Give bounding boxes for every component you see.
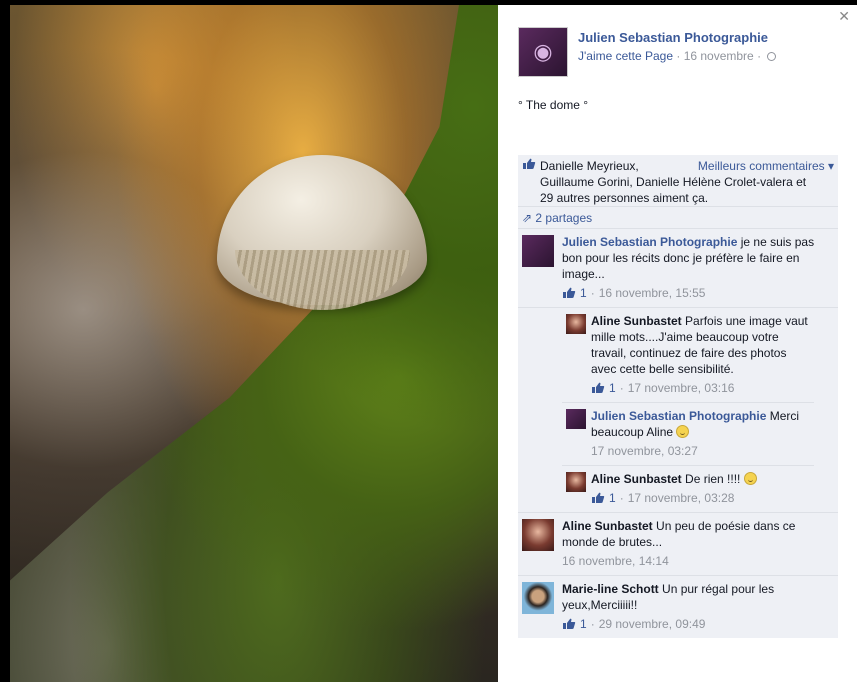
reply-author[interactable]: Aline Sunbastet bbox=[591, 314, 682, 328]
reply-avatar[interactable] bbox=[566, 409, 586, 429]
reply-meta: 1 · 17 novembre, 03:28 bbox=[591, 490, 814, 506]
reply-text: De rien !!!! bbox=[685, 472, 741, 486]
smiley-icon bbox=[743, 472, 757, 485]
thumbs-up-icon bbox=[523, 158, 536, 169]
comment-item: Aline Sunbastet Un peu de poésie dans ce… bbox=[518, 513, 838, 576]
commenter-avatar[interactable] bbox=[522, 582, 554, 614]
comment-like-count[interactable]: 1 bbox=[580, 285, 587, 301]
page-name-link[interactable]: Julien Sebastian Photographie bbox=[578, 30, 776, 45]
best-comments-dropdown[interactable]: Meilleurs commentaires ▾ bbox=[698, 158, 834, 174]
photo-side-panel: ◉ Julien Sebastian Photographie J'aime c… bbox=[498, 5, 857, 682]
page-avatar[interactable]: ◉ bbox=[518, 27, 568, 77]
comment-time[interactable]: 16 novembre, 15:55 bbox=[599, 285, 706, 301]
thumbs-up-icon[interactable] bbox=[562, 618, 576, 630]
likers-first[interactable]: Danielle Meyrieux, bbox=[540, 158, 639, 174]
feedback-box: Danielle Meyrieux, Meilleurs commentaire… bbox=[518, 155, 838, 638]
comment-item: Marie-line Schott Un pur régal pour les … bbox=[518, 576, 838, 638]
reply-item: Aline Sunbastet De rien !!!! 1 · 17 nove… bbox=[562, 466, 814, 512]
post-photo[interactable] bbox=[10, 5, 498, 682]
reply-like-count[interactable]: 1 bbox=[609, 490, 616, 506]
reply-meta: 17 novembre, 03:27 bbox=[591, 443, 814, 459]
post-caption: ° The dome ° bbox=[518, 98, 589, 112]
reply-avatar[interactable] bbox=[566, 472, 586, 492]
reply-author[interactable]: Julien Sebastian Photographie bbox=[591, 409, 766, 423]
likes-summary: Danielle Meyrieux, Meilleurs commentaire… bbox=[518, 155, 838, 207]
comment-meta: 16 novembre, 14:14 bbox=[562, 553, 833, 569]
comment-author[interactable]: Marie-line Schott bbox=[562, 582, 659, 596]
globe-icon bbox=[767, 52, 777, 61]
smiley-icon bbox=[676, 425, 690, 438]
comment-author[interactable]: Aline Sunbastet bbox=[562, 519, 653, 533]
share-arrow-icon: ⇗ bbox=[522, 211, 533, 225]
commenter-avatar[interactable] bbox=[522, 235, 554, 267]
thumbs-up-icon[interactable] bbox=[562, 287, 576, 299]
post-meta: J'aime cette Page · 16 novembre · bbox=[578, 49, 777, 63]
comment-meta: 1 · 29 novembre, 09:49 bbox=[562, 616, 833, 632]
reply-item: Julien Sebastian Photographie Merci beau… bbox=[562, 403, 814, 466]
reply-author[interactable]: Aline Sunbastet bbox=[591, 472, 682, 486]
thumbs-up-icon[interactable] bbox=[591, 382, 605, 394]
reply-meta: 1 · 17 novembre, 03:16 bbox=[591, 380, 814, 396]
reply-time[interactable]: 17 novembre, 03:27 bbox=[591, 443, 698, 459]
likers-rest[interactable]: Guillaume Gorini, Danielle Hélène Crolet… bbox=[540, 174, 815, 206]
like-page-link[interactable]: J'aime cette Page bbox=[578, 49, 673, 63]
comment-item: Julien Sebastian Photographie je ne suis… bbox=[518, 229, 838, 308]
comment-like-count[interactable]: 1 bbox=[580, 616, 587, 632]
reply-avatar[interactable] bbox=[566, 314, 586, 334]
comment-time[interactable]: 16 novembre, 14:14 bbox=[562, 553, 669, 569]
reply-time[interactable]: 17 novembre, 03:28 bbox=[628, 490, 735, 506]
replies-list: Aline Sunbastet Parfois une image vaut m… bbox=[518, 308, 838, 512]
reply-item: Aline Sunbastet Parfois une image vaut m… bbox=[562, 308, 814, 403]
comment-time[interactable]: 29 novembre, 09:49 bbox=[599, 616, 706, 632]
chevron-down-icon: ▾ bbox=[827, 159, 834, 173]
reply-time[interactable]: 17 novembre, 03:16 bbox=[628, 380, 735, 396]
shares-count[interactable]: 2 partages bbox=[535, 211, 592, 225]
reply-like-count[interactable]: 1 bbox=[609, 380, 616, 396]
shares-row[interactable]: ⇗ 2 partages bbox=[518, 207, 838, 229]
commenter-avatar[interactable] bbox=[522, 519, 554, 551]
comment-meta: 1 · 16 novembre, 15:55 bbox=[562, 285, 833, 301]
post-date[interactable]: 16 novembre bbox=[684, 49, 754, 63]
comment-author[interactable]: Julien Sebastian Photographie bbox=[562, 235, 737, 249]
thumbs-up-icon[interactable] bbox=[591, 492, 605, 504]
moss-texture bbox=[10, 5, 498, 682]
close-icon[interactable]: ✕ bbox=[838, 8, 850, 25]
